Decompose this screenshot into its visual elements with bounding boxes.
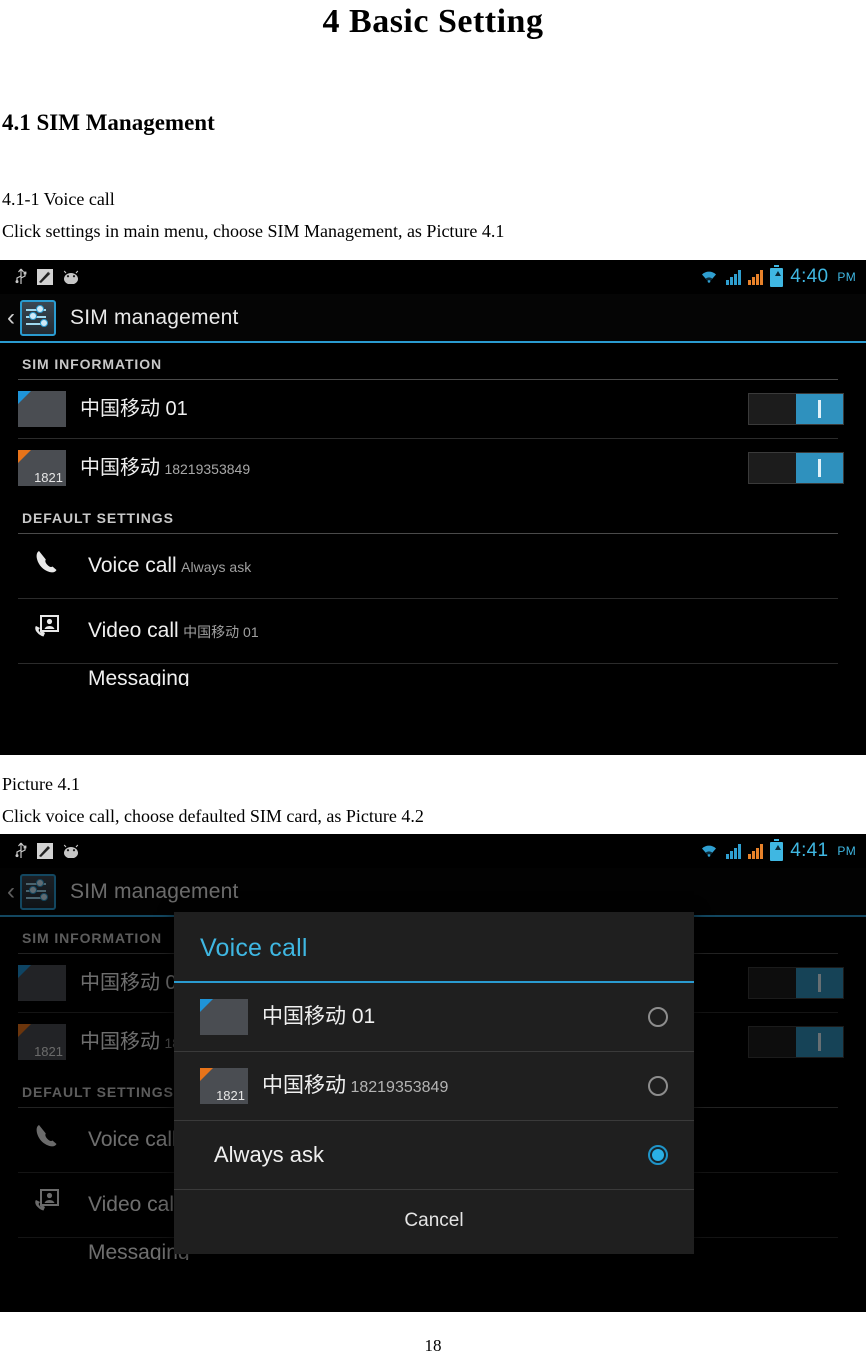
battery-charging-icon [770,838,784,861]
screenshot-picture-4-1: 4:40 PM ‹ SIM management SIM INFORMATION… [0,260,866,755]
signal-sim2-icon [748,843,764,859]
video-call-icon [30,611,70,651]
phone-icon [30,1120,70,1160]
action-bar: ‹ SIM management [0,294,866,343]
wifi-icon [702,845,717,857]
intro-paragraph-2: Click voice call, choose defaulted SIM c… [2,806,424,826]
setting-title: Voice call [88,554,177,577]
screenshot-picture-4-2: 4:41 PM ‹ SIM management SIM INFORMATION… [0,834,866,1312]
sim-management-icon [20,299,56,336]
sd-card-icon [37,269,53,285]
sim-card-icon [18,965,66,1001]
radio-button-selected[interactable] [648,1145,668,1165]
setting-row-messaging[interactable]: Messaging [0,664,866,686]
caption-picture-4-1: Picture 4.1 [2,774,80,794]
dialog-title: Voice call [174,912,694,983]
sim-name: 中国移动 [80,1031,160,1053]
dialog-option-sim1[interactable]: 中国移动 01 [174,983,694,1051]
usb-icon [15,268,27,284]
status-bar-clock: 4:40 [790,266,829,287]
signal-sim2-icon [748,269,764,285]
back-button[interactable]: ‹ [0,879,20,904]
setting-value: Always ask [181,559,252,575]
dialog-option-sim2[interactable]: 1821 中国移动 18219353849 [174,1052,694,1120]
settings-list: SIM INFORMATION 中国移动 01 1821 中国移动 182193… [0,343,866,686]
sim-name: 中国移动 [80,457,160,479]
sim-management-icon [20,873,56,910]
android-robot-icon [63,270,79,284]
sim-toggle-switch[interactable] [748,452,844,484]
option-label: 中国移动 [262,1074,346,1097]
setting-title: Messaging [88,667,190,686]
sim-name: 中国移动 01 [80,398,188,420]
battery-charging-icon [770,264,784,287]
sim-toggle-switch[interactable] [748,967,844,999]
status-bar-right-icons: 4:40 PM [699,260,856,294]
option-label: 中国移动 01 [262,1005,376,1028]
phone-icon [30,546,70,586]
sim-chip-label: 1821 [34,470,63,485]
sim-card-icon: 1821 [18,1024,66,1060]
radio-button[interactable] [648,1007,668,1027]
android-robot-icon [63,844,79,858]
sim-card-icon [200,999,248,1035]
signal-sim1-icon [726,269,742,285]
setting-row-voice-call[interactable]: Voice call Always ask [0,534,866,598]
signal-sim1-icon [726,843,742,859]
option-sublabel: 18219353849 [350,1079,449,1096]
sd-card-icon [37,843,53,859]
sim-name: 中国移动 01 [80,972,188,994]
subsection-heading: 4.1-1 Voice call [2,189,115,209]
video-call-icon [30,1185,70,1225]
section-header-sim-information: SIM INFORMATION [22,356,163,372]
action-bar-title: SIM management [70,305,239,329]
section-heading: 4.1 SIM Management [2,110,215,135]
sim-card-icon: 1821 [200,1068,248,1104]
voice-call-dialog: Voice call 中国移动 01 1821 中国移动 18219353849 [174,912,694,1254]
wifi-icon [702,271,717,283]
setting-title: Voice call [88,1128,177,1151]
status-bar: 4:41 PM [0,834,866,868]
status-bar-ampm: PM [837,270,856,284]
sim-card-icon: 1821 [18,450,66,486]
status-bar-left-icons [0,268,80,286]
dialog-option-always-ask[interactable]: Always ask [174,1121,694,1189]
usb-icon [15,842,27,858]
setting-row-video-call[interactable]: Video call 中国移动 01 [0,599,866,663]
status-bar-ampm: PM [837,844,856,858]
sim-row[interactable]: 1821 中国移动 18219353849 [0,439,866,497]
sim-chip-label: 1821 [34,1044,63,1059]
setting-title: Video call [88,619,179,642]
sim-chip-label: 1821 [216,1088,245,1103]
sim-row[interactable]: 中国移动 01 [0,380,866,438]
action-bar-title: SIM management [70,879,239,903]
status-bar-right-icons: 4:41 PM [699,834,856,868]
radio-button[interactable] [648,1076,668,1096]
sim-toggle-switch[interactable] [748,393,844,425]
sim-toggle-switch[interactable] [748,1026,844,1058]
cancel-button[interactable]: Cancel [174,1190,694,1254]
sim-card-icon [18,391,66,427]
status-bar-left-icons [0,842,80,860]
sim-number: 18219353849 [164,461,251,477]
section-header-default-settings: DEFAULT SETTINGS [22,510,174,526]
status-bar-clock: 4:41 [790,840,829,861]
page-title: 4 Basic Setting [322,3,544,40]
status-bar: 4:40 PM [0,260,866,294]
action-bar: ‹ SIM management [0,868,866,917]
page-number: 18 [424,1336,442,1355]
setting-title: Video call [88,1193,179,1216]
back-button[interactable]: ‹ [0,305,20,330]
intro-paragraph: Click settings in main menu, choose SIM … [2,221,505,241]
setting-value: 中国移动 01 [183,624,259,640]
option-label: Always ask [214,1142,325,1167]
